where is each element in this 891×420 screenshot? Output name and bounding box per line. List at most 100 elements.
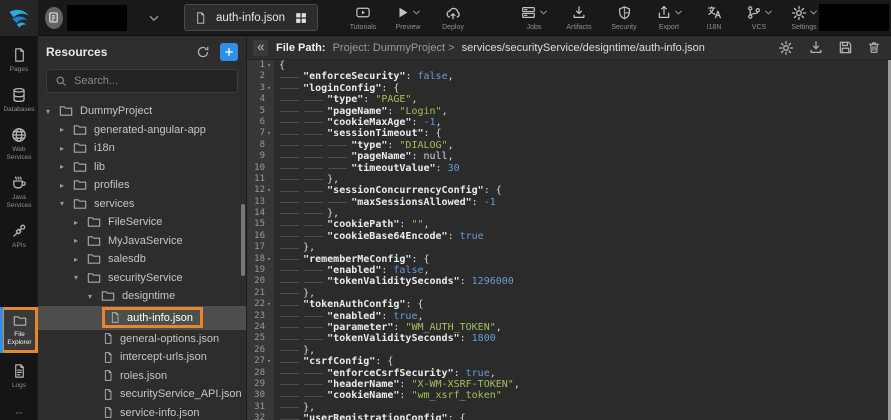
sidebar-item-file-explorer[interactable]: File Explorer (1, 307, 38, 353)
fold-marker-icon[interactable]: ▾ (265, 254, 273, 265)
chevron-right-icon[interactable]: ▸ (60, 181, 72, 190)
fold-marker-icon[interactable]: ▾ (265, 356, 273, 367)
code-line[interactable]: 31 }, (247, 402, 891, 413)
tree-item-securityservice-api-json[interactable]: securityService_API.json (38, 385, 246, 404)
code-line[interactable]: 4 "type": "PAGE", (247, 94, 891, 105)
toolbar-export-button[interactable]: Export (654, 5, 684, 31)
sidebar-item-logs[interactable]: Logs (0, 359, 38, 393)
toolbar-tutorials-button[interactable]: Tutorials (348, 5, 378, 31)
tree-scrollbar[interactable] (241, 204, 245, 276)
toolbar-preview-button[interactable]: Preview (393, 5, 423, 31)
code-line[interactable]: 1▾ { (247, 60, 891, 71)
tree-item-myjavaservice[interactable]: ▸MyJavaService (38, 232, 246, 251)
delete-button[interactable] (867, 40, 881, 56)
tree-item-auth-info-json[interactable]: auth-info.json (38, 306, 246, 330)
tree-item-lib[interactable]: ▸lib (38, 158, 246, 177)
chevron-down-icon[interactable]: ▾ (74, 273, 86, 282)
code-area[interactable]: 1▾ { 2 "enforceSecurity": false, 3▾ "log… (247, 60, 891, 420)
sidebar-item-apis[interactable]: APIs (0, 219, 38, 253)
code-line[interactable]: 28 "enforceCsrfSecurity": true, (247, 368, 891, 379)
chevron-down-icon[interactable]: ▾ (60, 199, 72, 208)
code-line[interactable]: 21 }, (247, 288, 891, 299)
code-line[interactable]: 9 "pageName": null, (247, 151, 891, 162)
code-line[interactable]: 18▾ "rememberMeConfig": { (247, 254, 891, 265)
tree-item-generated-angular-app[interactable]: ▸generated-angular-app (38, 121, 246, 140)
toolbar-vcs-button[interactable]: VCS (744, 5, 774, 31)
toolbar-settings-button[interactable]: Settings (789, 5, 819, 31)
fold-marker-icon[interactable]: ▾ (265, 60, 273, 71)
code-line[interactable]: 5 "pageName": "Login", (247, 106, 891, 117)
tree-item-roles-json[interactable]: roles.json (38, 367, 246, 386)
chevron-down-icon[interactable] (147, 11, 161, 25)
sidebar-item-java-services[interactable]: Java Services (0, 171, 38, 213)
chevron-down-icon[interactable]: ▾ (88, 292, 100, 301)
chevron-right-icon[interactable]: ▸ (74, 255, 86, 264)
collapse-panel-button[interactable] (253, 40, 268, 56)
sidebar-item-more[interactable] (0, 405, 38, 420)
tree-item-services[interactable]: ▾services (38, 195, 246, 214)
fold-marker-icon[interactable]: ▾ (265, 299, 273, 310)
tree-item-dummyproject[interactable]: ▾DummyProject (38, 102, 246, 121)
tree-item-salesdb[interactable]: ▸salesdb (38, 250, 246, 269)
toolbar-deploy-button[interactable]: Deploy (438, 5, 468, 31)
app-logo[interactable] (0, 0, 38, 36)
code-line[interactable]: 10 "timeoutValue": 30 (247, 163, 891, 174)
grid-view-icon[interactable] (294, 11, 308, 25)
code-line[interactable]: 26 }, (247, 345, 891, 356)
code-line[interactable]: 13 "maxSessionsAllowed": -1 (247, 197, 891, 208)
code-line[interactable]: 30 "cookieName": "wm_xsrf_token" (247, 390, 891, 401)
chevron-right-icon[interactable]: ▸ (74, 218, 86, 227)
code-line[interactable]: 32 "userRegistrationConfig": { (247, 413, 891, 420)
code-line[interactable]: 3▾ "loginConfig": { (247, 83, 891, 94)
code-line[interactable]: 6 "cookieMaxAge": -1, (247, 117, 891, 128)
code-line[interactable]: 24 "parameter": "WM_AUTH_TOKEN", (247, 322, 891, 333)
chevron-right-icon[interactable]: ▸ (60, 125, 72, 134)
code-line[interactable]: 19 "enabled": false, (247, 265, 891, 276)
code-line[interactable]: 14 }, (247, 208, 891, 219)
sidebar-item-web-services[interactable]: Web Services (0, 123, 38, 165)
open-file-tab[interactable]: auth-info.json (184, 4, 318, 31)
code-line[interactable]: 17 }, (247, 242, 891, 253)
add-resource-button[interactable] (220, 43, 238, 61)
code-line[interactable]: 23 "enabled": true, (247, 311, 891, 322)
resources-search[interactable] (46, 69, 238, 93)
code-line[interactable]: 11 }, (247, 174, 891, 185)
fold-marker-icon[interactable]: ▾ (265, 83, 273, 94)
chevron-right-icon[interactable]: ▸ (60, 162, 72, 171)
chevron-down-icon[interactable]: ▾ (46, 107, 58, 116)
code-line[interactable]: 29 "headerName": "X-WM-XSRF-TOKEN", (247, 379, 891, 390)
code-line[interactable]: 8 "type": "DIALOG", (247, 140, 891, 151)
chevron-right-icon[interactable]: ▸ (74, 236, 86, 245)
save-button[interactable] (838, 40, 853, 56)
tree-item-securityservice[interactable]: ▾securityService (38, 269, 246, 288)
chevron-right-icon[interactable]: ▸ (60, 144, 72, 153)
download-button[interactable] (808, 40, 824, 56)
toolbar-jobs-button[interactable]: Jobs (519, 5, 549, 31)
refresh-icon[interactable] (196, 45, 210, 59)
code-line[interactable]: 27▾ "csrfConfig": { (247, 356, 891, 367)
search-input[interactable] (74, 75, 229, 87)
settings-button[interactable] (778, 40, 794, 56)
tree-item-i18n[interactable]: ▸i18n (38, 139, 246, 158)
sidebar-item-databases[interactable]: Databases (0, 83, 38, 117)
code-line[interactable]: 22▾ "tokenAuthConfig": { (247, 299, 891, 310)
tree-item-service-info-json[interactable]: service-info.json (38, 404, 246, 420)
tree-item-designtime[interactable]: ▾designtime (38, 287, 246, 306)
sidebar-item-pages[interactable]: Pages (0, 43, 38, 77)
toolbar-security-button[interactable]: Security (609, 5, 639, 31)
code-line[interactable]: 25 "tokenValiditySeconds": 1800 (247, 333, 891, 344)
code-line[interactable]: 15 "cookiePath": "", (247, 219, 891, 230)
code-line[interactable]: 16 "cookieBase64Encode": true (247, 231, 891, 242)
fold-marker-icon[interactable]: ▾ (265, 128, 273, 139)
fold-marker-icon[interactable]: ▾ (265, 185, 273, 196)
code-line[interactable]: 7▾ "sessionTimeout": { (247, 128, 891, 139)
project-avatar[interactable] (45, 7, 63, 29)
toolbar-artifacts-button[interactable]: Artifacts (564, 5, 594, 31)
code-line[interactable]: 20 "tokenValiditySeconds": 1296000 (247, 276, 891, 287)
code-line[interactable]: 12▾ "sessionConcurrencyConfig": { (247, 185, 891, 196)
tree-item-general-options-json[interactable]: general-options.json (38, 330, 246, 349)
tree-item-fileservice[interactable]: ▸FileService (38, 213, 246, 232)
tree-item-intercept-urls-json[interactable]: intercept-urls.json (38, 348, 246, 367)
toolbar-i18n-button[interactable]: I18N (699, 5, 729, 31)
code-line[interactable]: 2 "enforceSecurity": false, (247, 71, 891, 82)
